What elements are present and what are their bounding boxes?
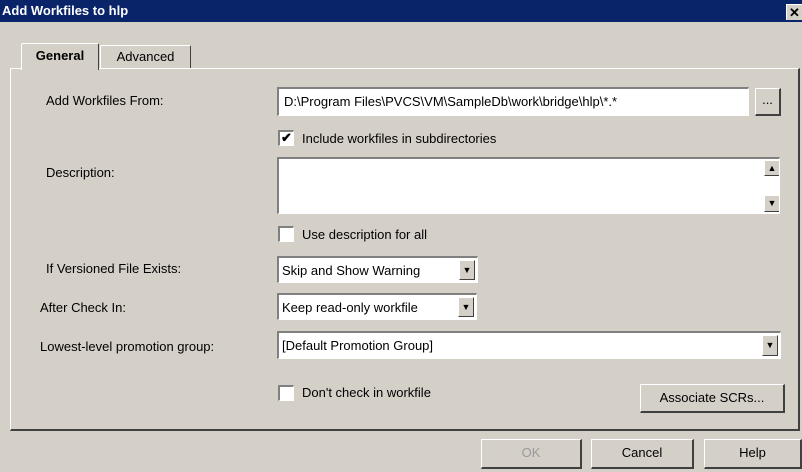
tab-advanced[interactable]: Advanced xyxy=(100,45,191,69)
window-title: Add Workfiles to hlp xyxy=(2,3,129,18)
cancel-button[interactable]: Cancel xyxy=(591,439,694,469)
general-tab-panel xyxy=(10,68,800,431)
help-button[interactable]: Help xyxy=(704,439,802,469)
tab-general[interactable]: General xyxy=(21,43,99,70)
close-icon[interactable]: ✕ xyxy=(786,4,802,20)
title-bar: Add Workfiles to hlp ✕ xyxy=(0,0,802,22)
ok-button[interactable]: OK xyxy=(481,439,582,469)
